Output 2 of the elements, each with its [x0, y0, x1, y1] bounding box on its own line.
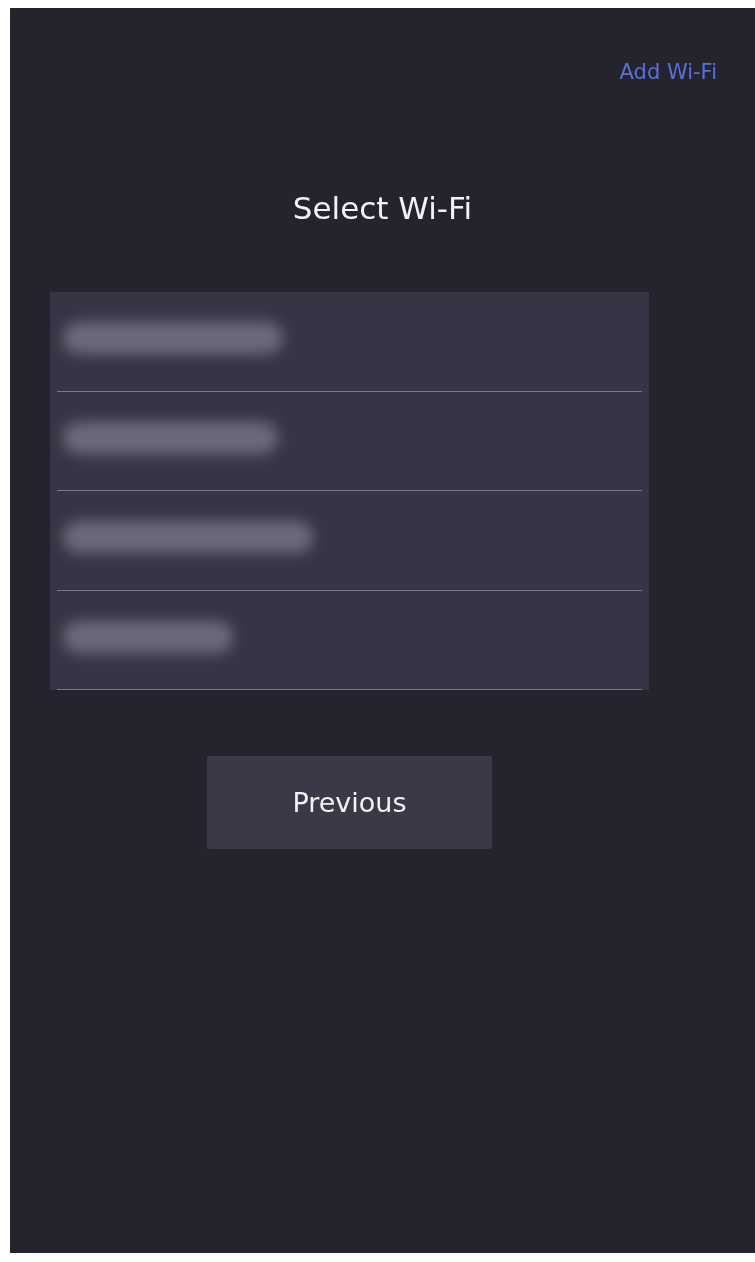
previous-button[interactable]: Previous [207, 756, 492, 849]
page-title: Select Wi-Fi [292, 190, 473, 226]
